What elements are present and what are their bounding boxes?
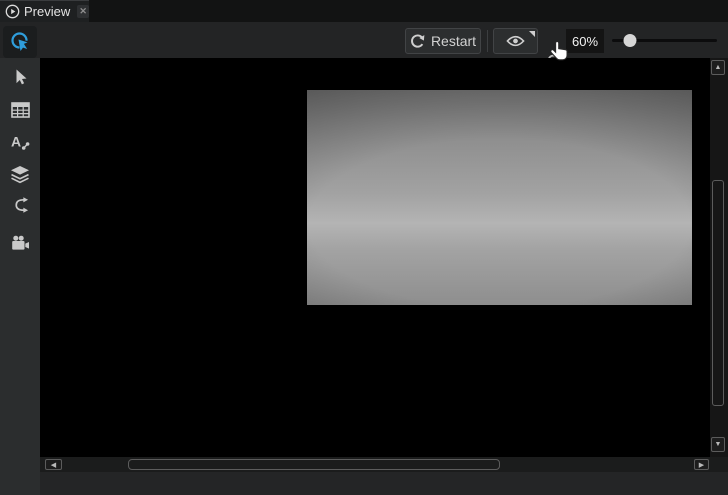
vertical-scrollbar[interactable]: ▲ ▼ [710, 58, 728, 457]
interactive-cursor-icon [9, 31, 31, 53]
tab-preview[interactable]: Preview ✕ [0, 0, 89, 22]
tool-table[interactable] [0, 95, 40, 125]
preview-panel: Preview ✕ Restart [0, 0, 728, 495]
camera-icon [10, 235, 30, 251]
refresh-icon [410, 34, 425, 49]
tab-bar: Preview ✕ [0, 0, 728, 22]
scrollbar-corner [710, 457, 728, 472]
tab-close-icon[interactable]: ✕ [77, 5, 89, 18]
branch-icon [12, 196, 29, 214]
text-variable-icon: A [11, 134, 30, 151]
tool-layers[interactable] [0, 159, 40, 189]
restart-button[interactable]: Restart [405, 28, 481, 54]
tool-interactive-preview[interactable] [3, 26, 37, 58]
eye-icon [506, 35, 525, 47]
tab-label: Preview [24, 4, 70, 19]
horizontal-scrollbar[interactable]: ◀ ▶ [40, 457, 710, 472]
zoom-slider[interactable] [612, 39, 717, 42]
tool-branch[interactable] [0, 190, 40, 220]
svg-text:A: A [11, 134, 21, 150]
vertical-scroll-thumb[interactable] [712, 180, 724, 406]
layers-icon [10, 165, 30, 184]
stage-gradient-backdrop [307, 90, 692, 305]
toolbar: Restart 60% [0, 22, 728, 58]
preview-canvas[interactable] [40, 58, 710, 457]
flyout-corner-icon [529, 31, 535, 37]
tool-camera[interactable] [0, 228, 40, 258]
horizontal-scroll-thumb[interactable] [128, 459, 500, 470]
scroll-left-button[interactable]: ◀ [45, 459, 62, 470]
scroll-right-button[interactable]: ▶ [694, 459, 709, 470]
scroll-down-button[interactable]: ▼ [711, 437, 725, 452]
play-circle-icon [5, 4, 20, 19]
tool-strip: A [0, 58, 40, 495]
bottom-status-strip [40, 472, 728, 495]
restart-label: Restart [431, 33, 476, 49]
tool-text-variable[interactable]: A [0, 127, 40, 157]
tool-pointer[interactable] [0, 62, 40, 92]
toolbar-separator [487, 30, 488, 52]
visibility-button[interactable] [493, 28, 538, 54]
zoom-level-value[interactable]: 60% [566, 29, 604, 53]
scroll-up-button[interactable]: ▲ [711, 60, 725, 75]
pointer-icon [11, 68, 29, 87]
zoom-slider-knob[interactable] [623, 34, 636, 47]
table-icon [11, 102, 30, 118]
